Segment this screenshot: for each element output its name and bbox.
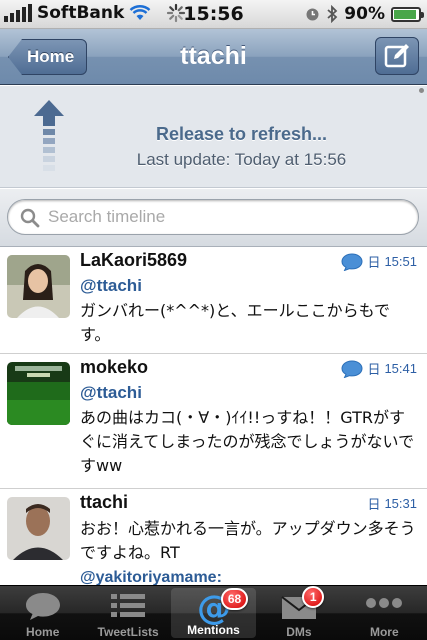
tweet-author[interactable]: mokeko [80, 357, 148, 378]
tweet-mention[interactable]: @ttachi [80, 383, 142, 403]
status-right: 90% [305, 4, 424, 24]
tab-label: Home [26, 625, 60, 639]
search-field[interactable] [7, 199, 419, 235]
status-bar: SoftBank 15:56 90% [0, 0, 427, 29]
tweet-meta: 日 15:31 [367, 494, 417, 513]
search-icon [20, 208, 40, 228]
reply-bubble-icon [341, 252, 363, 271]
battery-icon [391, 6, 424, 22]
tab-mentions[interactable]: @ 68 Mentions [170, 588, 257, 638]
scroll-indicator [419, 88, 424, 93]
avatar[interactable] [7, 497, 70, 560]
page-title: ttachi [180, 42, 247, 70]
tweet-day: 日 [367, 255, 381, 270]
tweet-text: おお！心惹かれる一言が。アップダウン多そうですよね。RT @yakitoriya… [80, 517, 417, 585]
more-dots-icon [366, 598, 403, 608]
refresh-status-title: Release to refresh... [155, 124, 328, 144]
last-update-text: Last update: Today at 15:56 [136, 150, 347, 169]
tweet-mention[interactable]: @ttachi [80, 276, 142, 296]
tab-dms[interactable]: 1 DMs [256, 586, 341, 640]
tab-label: DMs [286, 625, 312, 639]
tweet-day: 日 [367, 497, 381, 512]
tweet-text-body: おお！心惹かれる一言が。アップダウン多そうですよね。RT [80, 519, 416, 562]
back-home-button[interactable]: Home [8, 39, 88, 75]
mentions-badge: 68 [220, 588, 249, 610]
tweet-row[interactable]: mokeko 日 15:41 @ttachi あの曲はカコ(・∀・)ｲｲ!!っす… [0, 354, 427, 489]
tweet-day: 日 [367, 362, 381, 377]
search-bar [0, 189, 427, 247]
bluetooth-icon [327, 5, 338, 23]
tab-label: More [369, 625, 399, 639]
tweet-row[interactable]: LaKaori5869 日 15:51 @ttachi ガンバれー(*^^*)と… [0, 247, 427, 354]
speech-bubble-icon [25, 593, 60, 620]
battery-percent: 90% [344, 4, 385, 24]
search-input[interactable] [48, 205, 408, 229]
pull-to-refresh: Release to refresh... Last update: Today… [0, 86, 427, 188]
tweet-meta: 日 15:51 [341, 252, 417, 271]
tweet-author[interactable]: ttachi [80, 492, 128, 513]
tab-home[interactable]: Home [0, 586, 85, 640]
timeline: LaKaori5869 日 15:51 @ttachi ガンバれー(*^^*)と… [0, 247, 427, 585]
tab-tweetlists[interactable]: TweetLists [85, 586, 170, 640]
tab-bar: Home TweetLists @ 68 Mentions 1 DMs More [0, 585, 427, 640]
tweet-text: あの曲はカコ(・∀・)ｲｲ!!っすね！！GTRがすぐに消えてしまったのが残念でし… [80, 408, 415, 475]
tab-label: TweetLists [97, 625, 159, 639]
tab-label: Mentions [187, 623, 240, 637]
tab-more[interactable]: More [342, 586, 427, 640]
tweet-text: ガンバれー(*^^*)と、エールここからもです。 [80, 301, 391, 344]
tweet-row[interactable]: ttachi 日 15:31 おお！心惹かれる一言が。アップダウン多そうですよね… [0, 489, 427, 585]
avatar[interactable] [7, 362, 70, 425]
list-icon [111, 594, 146, 617]
compose-button[interactable] [375, 37, 419, 75]
tweet-meta: 日 15:41 [341, 359, 417, 378]
tweet-time: 15:51 [384, 254, 417, 269]
avatar[interactable] [7, 255, 70, 318]
tweet-time: 15:31 [384, 496, 417, 511]
dms-badge: 1 [302, 586, 325, 608]
navigation-bar: Home ttachi [0, 29, 427, 85]
tweet-author[interactable]: LaKaori5869 [80, 250, 187, 271]
tweet-mention-link[interactable]: @yakitoriyamame: [80, 569, 222, 585]
reply-bubble-icon [341, 359, 363, 378]
tweet-time: 15:41 [384, 361, 417, 376]
compose-icon [384, 44, 409, 68]
alarm-clock-icon [306, 8, 319, 20]
